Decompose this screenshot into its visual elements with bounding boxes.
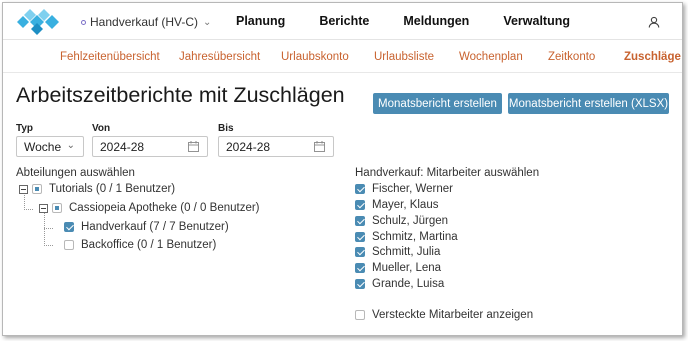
employee-name: Grande, Luisa bbox=[372, 278, 445, 290]
tree-item-handverkauf: Handverkauf (7 / 7 Benutzer) bbox=[64, 221, 229, 233]
employee-row[interactable]: Mueller, Lena bbox=[355, 262, 441, 274]
von-label: Von bbox=[92, 123, 111, 134]
checkbox-handverkauf[interactable] bbox=[64, 222, 74, 232]
tree-label: Tutorials (0 / 1 Benutzer) bbox=[49, 183, 176, 195]
tree-item-backoffice: Backoffice (0 / 1 Benutzer) bbox=[64, 239, 216, 251]
bis-value: 2024-28 bbox=[226, 139, 271, 154]
employee-checkbox[interactable] bbox=[355, 263, 365, 273]
typ-label: Typ bbox=[16, 123, 34, 134]
typ-value: Woche bbox=[24, 139, 62, 154]
employee-row[interactable]: Schulz, Jürgen bbox=[355, 215, 448, 227]
sub-navigation: Fehlzeitenübersicht Jahresübersicht Urla… bbox=[3, 41, 682, 73]
von-field[interactable]: 2024-28 bbox=[92, 136, 208, 157]
employee-name: Schmitt, Julia bbox=[372, 246, 441, 258]
app-logo[interactable] bbox=[10, 9, 66, 35]
employee-name: Schmitz, Martina bbox=[372, 231, 458, 243]
collapse-toggle[interactable] bbox=[19, 184, 28, 194]
subnav-fehlzeiten[interactable]: Fehlzeitenübersicht bbox=[60, 51, 160, 63]
bis-label: Bis bbox=[218, 123, 234, 134]
collapse-toggle[interactable] bbox=[39, 203, 48, 213]
chevron-down-icon: ⌄ bbox=[66, 140, 75, 151]
employee-row[interactable]: Fischer, Werner bbox=[355, 183, 453, 195]
employee-name: Mueller, Lena bbox=[372, 262, 442, 274]
employee-checkbox[interactable] bbox=[355, 216, 365, 226]
show-hidden-employees[interactable]: Versteckte Mitarbeiter anzeigen bbox=[355, 309, 533, 321]
store-label: Handverkauf (HV-C) bbox=[90, 15, 199, 29]
tree-connector bbox=[24, 209, 33, 210]
tree-connector bbox=[44, 245, 53, 246]
checkbox-cassiopeia[interactable] bbox=[52, 203, 62, 213]
page-title: Arbeitszeitberichte mit Zuschlägen bbox=[16, 83, 345, 107]
subnav-wochenplan[interactable]: Wochenplan bbox=[459, 51, 523, 63]
employee-checkbox[interactable] bbox=[355, 247, 365, 257]
checkbox-tutorials[interactable] bbox=[32, 184, 42, 194]
calendar-icon[interactable] bbox=[314, 141, 325, 152]
subnav-zuschlaege[interactable]: Zuschläge bbox=[624, 51, 681, 63]
employee-row[interactable]: Grande, Luisa bbox=[355, 278, 444, 290]
menu-meldungen[interactable]: Meldungen bbox=[403, 14, 469, 28]
employee-name: Fischer, Werner bbox=[372, 183, 453, 195]
tree-label: Backoffice (0 / 1 Benutzer) bbox=[81, 239, 217, 251]
employee-checkbox[interactable] bbox=[355, 184, 365, 194]
main-menu: Planung Berichte Meldungen Verwaltung bbox=[236, 14, 604, 28]
employee-row[interactable]: Schmitz, Martina bbox=[355, 231, 458, 243]
monthly-report-button[interactable]: Monatsbericht erstellen bbox=[373, 93, 502, 114]
menu-verwaltung[interactable]: Verwaltung bbox=[503, 14, 570, 28]
employees-label: Handverkauf: Mitarbeiter auswählen bbox=[355, 167, 540, 179]
menu-planung[interactable]: Planung bbox=[236, 14, 285, 28]
typ-select[interactable]: Woche ⌄ bbox=[16, 136, 84, 157]
employee-checkbox[interactable] bbox=[355, 232, 365, 242]
chevron-down-icon: ⌄ bbox=[203, 16, 212, 28]
show-hidden-checkbox[interactable] bbox=[355, 310, 365, 320]
tree-item-cassiopeia: Cassiopeia Apotheke (0 / 0 Benutzer) bbox=[39, 202, 260, 214]
tree-item-tutorials: Tutorials (0 / 1 Benutzer) bbox=[19, 183, 175, 195]
checkbox-backoffice[interactable] bbox=[64, 240, 74, 250]
calendar-icon[interactable] bbox=[188, 141, 199, 152]
tree-connector bbox=[44, 212, 45, 246]
employee-row[interactable]: Schmitt, Julia bbox=[355, 246, 440, 258]
tree-label: Handverkauf (7 / 7 Benutzer) bbox=[81, 221, 229, 233]
tree-connector bbox=[24, 193, 25, 210]
store-dot-icon bbox=[81, 19, 86, 25]
menu-berichte[interactable]: Berichte bbox=[319, 14, 369, 28]
subnav-zeitkonto[interactable]: Zeitkonto bbox=[548, 51, 595, 63]
subnav-jahresuebersicht[interactable]: Jahresübersicht bbox=[179, 51, 260, 63]
app-window: Handverkauf (HV-C) ⌄ Planung Berichte Me… bbox=[2, 2, 683, 336]
subnav-urlaubsliste[interactable]: Urlaubsliste bbox=[374, 51, 434, 63]
store-selector[interactable]: Handverkauf (HV-C) ⌄ bbox=[81, 15, 211, 29]
employee-row[interactable]: Mayer, Klaus bbox=[355, 199, 438, 211]
employee-name: Mayer, Klaus bbox=[372, 199, 439, 211]
employee-checkbox[interactable] bbox=[355, 200, 365, 210]
monthly-report-xlsx-button[interactable]: Monatsbericht erstellen (XLSX) bbox=[508, 93, 669, 114]
von-value: 2024-28 bbox=[100, 139, 145, 154]
bis-field[interactable]: 2024-28 bbox=[218, 136, 334, 157]
employee-checkbox[interactable] bbox=[355, 279, 365, 289]
user-icon[interactable] bbox=[648, 16, 660, 28]
employee-name: Schulz, Jürgen bbox=[372, 215, 449, 227]
subnav-urlaubskonto[interactable]: Urlaubskonto bbox=[281, 51, 349, 63]
show-hidden-label: Versteckte Mitarbeiter anzeigen bbox=[372, 309, 534, 321]
departments-label: Abteilungen auswählen bbox=[16, 167, 135, 179]
tree-connector bbox=[44, 228, 53, 229]
top-navigation: Handverkauf (HV-C) ⌄ Planung Berichte Me… bbox=[3, 3, 682, 40]
tree-label: Cassiopeia Apotheke (0 / 0 Benutzer) bbox=[69, 202, 260, 214]
